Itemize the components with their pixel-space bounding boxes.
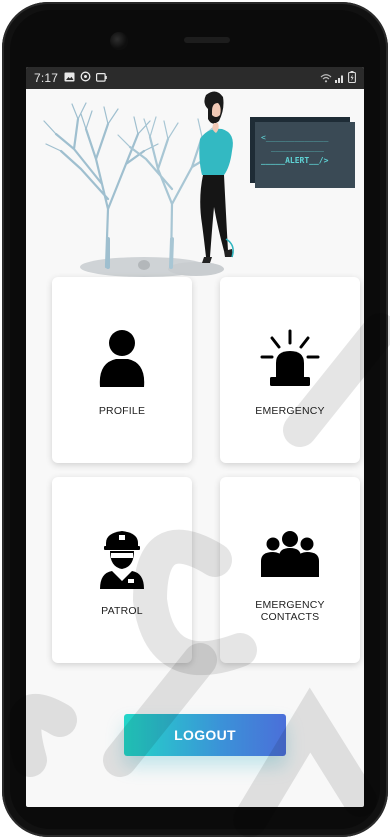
cast-icon (96, 71, 107, 85)
image-icon (64, 71, 75, 85)
police-officer-icon (100, 531, 144, 589)
status-bar: 7:17 (26, 67, 364, 89)
emergency-contacts-card[interactable]: EMERGENCY CONTACTS (220, 477, 360, 663)
emergency-contacts-label: EMERGENCY CONTACTS (255, 599, 325, 623)
earpiece-speaker (184, 37, 230, 43)
profile-card[interactable]: PROFILE (52, 277, 192, 463)
alert-line-2: ___________ (271, 143, 324, 152)
emergency-label: EMERGENCY (255, 405, 325, 417)
siren-icon (260, 329, 320, 386)
logout-button[interactable]: LOGOUT (124, 714, 286, 756)
status-time: 7:17 (34, 71, 59, 85)
app-screen: 7:17 <_____________ ___________ _____ALE… (26, 67, 364, 807)
patrol-card[interactable]: PATROL (52, 477, 192, 663)
woman-figure (199, 91, 234, 263)
battery-icon (348, 71, 356, 86)
wifi-icon (320, 72, 332, 86)
user-icon (99, 330, 145, 387)
signal-icon (335, 72, 345, 86)
profile-label: PROFILE (98, 405, 146, 417)
group-icon (261, 531, 319, 577)
alert-line-3: _____ALERT__/> (261, 156, 329, 165)
front-camera (110, 32, 128, 50)
emergency-card[interactable]: EMERGENCY (220, 277, 360, 463)
patrol-label: PATROL (101, 605, 143, 617)
settings-icon (80, 71, 91, 85)
hero-illustration: <_____________ ___________ _____ALERT__/… (26, 89, 364, 279)
alert-code-sign: <_____________ ___________ _____ALERT__/… (255, 122, 355, 188)
